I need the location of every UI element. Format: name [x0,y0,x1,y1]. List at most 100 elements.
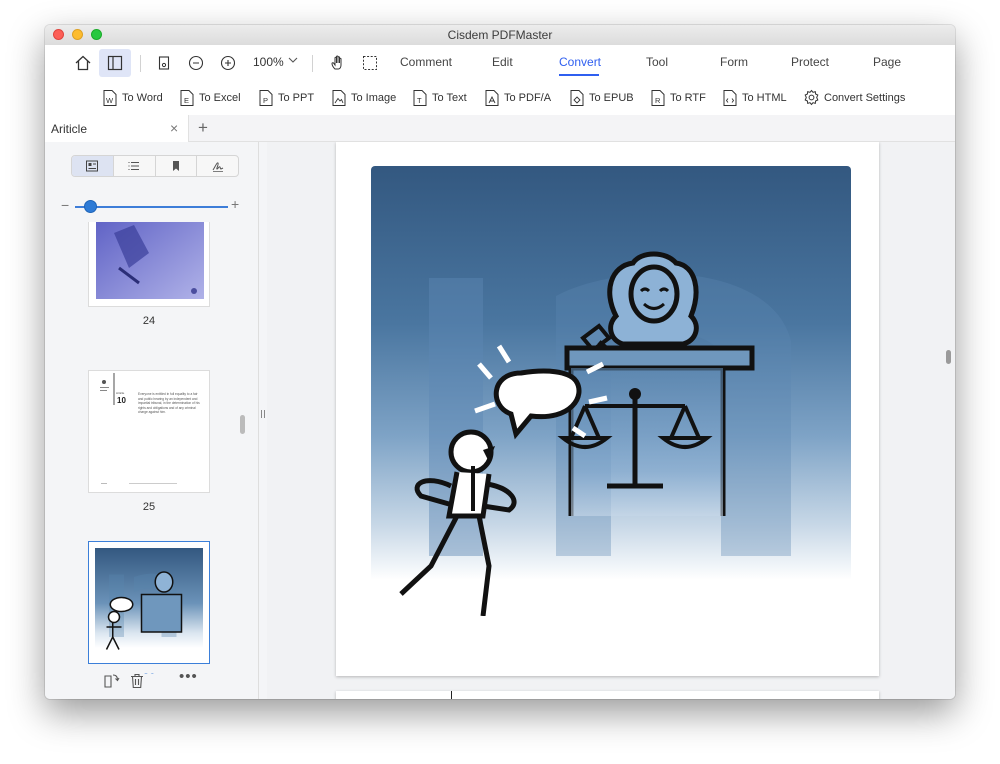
page-view-icon [158,56,170,70]
rotate-page-button[interactable] [102,672,120,695]
thumbnail-page-number: 24 [142,315,156,327]
ppt-file-icon: P [258,89,274,107]
thumbnail-size-increase[interactable]: + [231,196,239,212]
zoom-level-select[interactable]: 100% [253,55,284,69]
tab-convert[interactable]: Convert [559,55,601,69]
home-button[interactable] [67,49,99,77]
signature-icon [212,162,223,172]
marquee-select-icon [363,56,377,70]
main-toolbar: 100% Comment Edit Convert Tool Form Prot… [45,45,955,81]
html-file-icon [722,89,738,107]
pdf-page-26 [336,142,879,676]
document-view [267,142,955,699]
to-pdfa-button[interactable]: To PDF/A [484,89,551,107]
tab-form[interactable]: Form [720,55,748,69]
thumbnail-size-slider[interactable] [75,206,228,208]
new-tab-button[interactable]: + [198,118,208,138]
to-text-button[interactable]: T To Text [412,89,467,107]
thumbnail-page-number: 25 [142,501,156,513]
page-25-article-label: Article [116,391,125,395]
page-25-preview [100,373,177,484]
sidebar-scrollbar[interactable] [240,415,245,434]
document-tab[interactable]: Ariticle × [45,115,189,142]
to-rtf-label: To RTF [670,92,706,104]
list-icon [128,162,140,170]
to-html-button[interactable]: To HTML [722,89,787,107]
page-25-article-number: 10 [117,396,126,405]
svg-text:T: T [417,96,422,105]
pdfa-file-icon [484,89,500,107]
svg-text:W: W [106,96,114,105]
epub-file-icon [569,89,585,107]
chevron-down-icon[interactable] [288,56,298,64]
to-html-label: To HTML [742,92,787,104]
document-tab-label: Ariticle [51,122,88,136]
thumbnail-sidebar: − + 24 Article 10 Everyone is entitled i… [45,142,259,699]
document-scrollbar[interactable] [946,350,951,364]
thumbnail-list: 24 Article 10 Everyone is entitled in fu… [45,222,258,674]
toolbar-separator [312,55,313,72]
illustration-judge-and-speaker [371,166,851,616]
tab-page[interactable]: Page [873,55,901,69]
text-file-icon: T [412,89,428,107]
app-window: Cisdem PDFMaster 100% Comment Edit Conve… [45,25,955,699]
excel-file-icon: E [179,89,195,107]
svg-text:P: P [263,96,268,105]
thumbnail-actions: ••• [45,668,258,699]
to-ppt-button[interactable]: P To PPT [258,89,314,107]
hand-tool-button[interactable] [322,49,354,77]
sidebar-resize-handle[interactable] [260,405,266,423]
outline-mode-button[interactable] [114,156,156,176]
thumbnails-mode-button[interactable] [72,156,114,176]
thumbnail-page-26[interactable] [88,541,210,664]
to-image-button[interactable]: To Image [331,89,396,107]
zoom-out-button[interactable] [180,49,212,77]
convert-toolbar: W To Word E To Excel P To PPT To Image T… [45,81,955,116]
tab-edit[interactable]: Edit [492,55,513,69]
thumbnail-page-24[interactable] [88,222,210,307]
rtf-file-icon: R [650,89,666,107]
marquee-select-button[interactable] [354,49,386,77]
to-excel-button[interactable]: E To Excel [179,89,241,107]
thumbnail-page-25[interactable]: Article 10 Everyone is entitled in full … [88,370,210,493]
to-pdfa-label: To PDF/A [504,92,552,104]
title-bar: Cisdem PDFMaster [45,25,955,46]
convert-settings-button[interactable]: Convert Settings [803,89,905,106]
sidebar-mode-switcher [71,155,239,177]
rotate-page-icon [104,674,120,688]
to-ppt-label: To PPT [278,92,315,104]
word-file-icon: W [102,89,118,107]
more-options-icon[interactable]: ••• [179,668,198,685]
home-icon [75,55,91,71]
tab-protect[interactable]: Protect [791,55,829,69]
sidebar-toggle-button[interactable] [99,49,131,77]
to-epub-label: To EPUB [589,92,634,104]
page-27-rule [451,691,452,699]
to-word-button[interactable]: W To Word [102,89,163,107]
signatures-mode-button[interactable] [197,156,238,176]
page-view-button[interactable] [148,49,180,77]
to-word-label: To Word [122,92,163,104]
active-tab-indicator [559,74,599,76]
document-tab-strip: Ariticle × + [45,115,955,142]
svg-text:E: E [184,96,189,105]
bookmarks-mode-button[interactable] [156,156,198,176]
to-image-label: To Image [351,92,397,104]
zoom-in-button[interactable] [212,49,244,77]
page-24-preview [96,222,204,299]
to-rtf-button[interactable]: R To RTF [650,89,706,107]
tab-comment[interactable]: Comment [400,55,452,69]
bookmark-icon [172,161,179,171]
close-tab-icon[interactable]: × [170,120,178,136]
zoom-in-icon [220,55,236,71]
thumbnail-size-decrease[interactable]: − [61,197,69,213]
sidebar-panel-icon [107,55,123,71]
to-epub-button[interactable]: To EPUB [569,89,634,107]
thumbnail-size-slider-handle[interactable] [84,200,98,213]
page-26-preview [95,548,203,650]
zoom-out-icon [188,55,204,71]
delete-page-button[interactable] [128,672,146,695]
convert-settings-label: Convert Settings [824,91,906,104]
svg-text:R: R [655,96,661,105]
tab-tool[interactable]: Tool [646,55,668,69]
